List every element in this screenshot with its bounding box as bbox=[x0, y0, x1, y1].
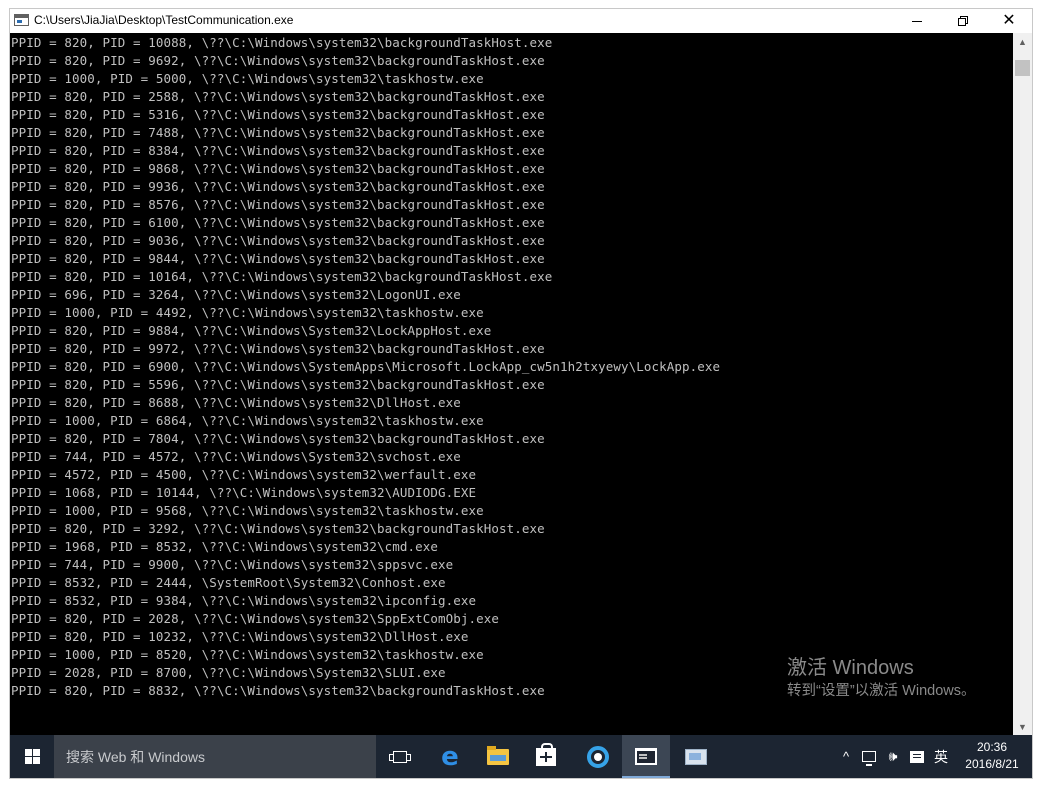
console-line: PPID = 820, PID = 8832, \??\C:\Windows\s… bbox=[11, 683, 545, 698]
close-icon: ✕ bbox=[1002, 12, 1016, 29]
console-line: PPID = 1968, PID = 8532, \??\C:\Windows\… bbox=[11, 539, 439, 554]
minimize-icon bbox=[912, 20, 922, 22]
network-button[interactable] bbox=[858, 735, 880, 778]
start-button[interactable] bbox=[10, 735, 54, 778]
file-explorer-icon bbox=[487, 745, 509, 765]
taskbar: 搜索 Web 和 Windows e ^ 🕪 英 20:36 2016/8/21 bbox=[10, 735, 1032, 778]
console-output[interactable]: PPID = 820, PID = 10088, \??\C:\Windows\… bbox=[10, 33, 1013, 735]
console-line: PPID = 2028, PID = 8700, \??\C:\Windows\… bbox=[11, 665, 446, 680]
taskbar-search-box[interactable]: 搜索 Web 和 Windows bbox=[54, 735, 376, 778]
chevron-up-icon: ▲ bbox=[1018, 36, 1027, 47]
console-line: PPID = 820, PID = 8576, \??\C:\Windows\s… bbox=[11, 197, 545, 212]
minimize-button[interactable] bbox=[894, 9, 940, 33]
console-app-icon[interactable] bbox=[14, 14, 29, 26]
console-line: PPID = 820, PID = 8688, \??\C:\Windows\s… bbox=[11, 395, 461, 410]
console-line: PPID = 1068, PID = 10144, \??\C:\Windows… bbox=[11, 485, 477, 500]
settings-app-button[interactable] bbox=[574, 735, 622, 778]
clock-date: 2016/8/21 bbox=[965, 757, 1019, 771]
task-view-button[interactable] bbox=[376, 735, 424, 778]
input-method-label: 英 bbox=[934, 748, 948, 765]
console-line: PPID = 820, PID = 10164, \??\C:\Windows\… bbox=[11, 269, 553, 284]
console-line: PPID = 820, PID = 6100, \??\C:\Windows\s… bbox=[11, 215, 545, 230]
edge-browser-icon: e bbox=[441, 741, 459, 772]
chevron-up-icon: ^ bbox=[842, 749, 850, 764]
console-line: PPID = 820, PID = 9936, \??\C:\Windows\s… bbox=[11, 179, 545, 194]
action-center-button[interactable] bbox=[906, 735, 928, 778]
console-line: PPID = 820, PID = 5316, \??\C:\Windows\s… bbox=[11, 107, 545, 122]
image-viewer-button[interactable] bbox=[672, 735, 720, 778]
activation-watermark: 激活 Windows 转到“设置”以激活 Windows。 bbox=[787, 656, 976, 701]
console-line: PPID = 820, PID = 9844, \??\C:\Windows\s… bbox=[11, 251, 545, 266]
console-app-button[interactable] bbox=[622, 735, 670, 778]
scroll-down-button[interactable]: ▼ bbox=[1013, 718, 1032, 735]
windows-logo-icon bbox=[24, 749, 40, 764]
console-line: PPID = 820, PID = 9884, \??\C:\Windows\S… bbox=[11, 323, 492, 338]
show-hidden-icons-button[interactable]: ^ bbox=[836, 735, 856, 778]
console-lines: PPID = 820, PID = 10088, \??\C:\Windows\… bbox=[11, 34, 720, 700]
console-line: PPID = 8532, PID = 2444, \SystemRoot\Sys… bbox=[11, 575, 446, 590]
task-view-icon bbox=[389, 750, 411, 763]
console-window-icon bbox=[635, 748, 657, 765]
console-line: PPID = 820, PID = 2028, \??\C:\Windows\s… bbox=[11, 611, 500, 626]
activation-title: 激活 Windows bbox=[787, 657, 914, 679]
console-line: PPID = 820, PID = 9036, \??\C:\Windows\s… bbox=[11, 233, 545, 248]
console-line: PPID = 820, PID = 7804, \??\C:\Windows\s… bbox=[11, 431, 545, 446]
volume-icon: 🕪 bbox=[888, 748, 898, 764]
store-icon bbox=[536, 742, 556, 766]
window-title: C:\Users\JiaJia\Desktop\TestCommunicatio… bbox=[34, 13, 294, 27]
vertical-scrollbar[interactable]: ▲ ▼ bbox=[1013, 33, 1032, 735]
search-placeholder: 搜索 Web 和 Windows bbox=[66, 748, 205, 765]
console-line: PPID = 744, PID = 4572, \??\C:\Windows\S… bbox=[11, 449, 461, 464]
console-line: PPID = 696, PID = 3264, \??\C:\Windows\s… bbox=[11, 287, 461, 302]
clock-time: 20:36 bbox=[976, 740, 1008, 754]
input-method-button[interactable]: 英 bbox=[930, 735, 952, 778]
store-button[interactable] bbox=[522, 735, 570, 778]
restore-button[interactable] bbox=[940, 9, 986, 33]
file-explorer-button[interactable] bbox=[474, 735, 522, 778]
console-line: PPID = 820, PID = 10232, \??\C:\Windows\… bbox=[11, 629, 469, 644]
title-bar[interactable]: C:\Users\JiaJia\Desktop\TestCommunicatio… bbox=[10, 9, 1032, 33]
edge-button[interactable]: e bbox=[426, 735, 474, 778]
console-line: PPID = 1000, PID = 9568, \??\C:\Windows\… bbox=[11, 503, 484, 518]
console-line: PPID = 820, PID = 9692, \??\C:\Windows\s… bbox=[11, 53, 545, 68]
console-line: PPID = 820, PID = 5596, \??\C:\Windows\s… bbox=[11, 377, 545, 392]
scroll-up-button[interactable]: ▲ bbox=[1013, 33, 1032, 50]
network-icon bbox=[862, 751, 876, 766]
activation-subtitle: 转到“设置”以激活 Windows。 bbox=[787, 683, 976, 699]
console-line: PPID = 1000, PID = 6864, \??\C:\Windows\… bbox=[11, 413, 484, 428]
console-line: PPID = 1000, PID = 5000, \??\C:\Windows\… bbox=[11, 71, 484, 86]
console-line: PPID = 820, PID = 7488, \??\C:\Windows\s… bbox=[11, 125, 545, 140]
console-line: PPID = 8532, PID = 9384, \??\C:\Windows\… bbox=[11, 593, 477, 608]
close-button[interactable]: ✕ bbox=[986, 9, 1032, 33]
action-center-icon bbox=[910, 750, 924, 763]
console-line: PPID = 744, PID = 9900, \??\C:\Windows\s… bbox=[11, 557, 454, 572]
scroll-thumb[interactable] bbox=[1015, 60, 1030, 76]
console-line: PPID = 1000, PID = 8520, \??\C:\Windows\… bbox=[11, 647, 484, 662]
clock-button[interactable]: 20:36 2016/8/21 bbox=[954, 735, 1030, 778]
console-line: PPID = 820, PID = 6900, \??\C:\Windows\S… bbox=[11, 359, 721, 374]
console-line: PPID = 820, PID = 10088, \??\C:\Windows\… bbox=[11, 35, 553, 50]
console-line: PPID = 820, PID = 2588, \??\C:\Windows\s… bbox=[11, 89, 545, 104]
chevron-down-icon: ▼ bbox=[1018, 721, 1027, 732]
console-line: PPID = 820, PID = 9972, \??\C:\Windows\s… bbox=[11, 341, 545, 356]
image-viewer-icon bbox=[685, 748, 707, 765]
console-line: PPID = 820, PID = 3292, \??\C:\Windows\s… bbox=[11, 521, 545, 536]
restore-icon bbox=[958, 16, 968, 26]
volume-button[interactable]: 🕪 bbox=[882, 735, 904, 778]
console-line: PPID = 820, PID = 9868, \??\C:\Windows\s… bbox=[11, 161, 545, 176]
console-line: PPID = 1000, PID = 4492, \??\C:\Windows\… bbox=[11, 305, 484, 320]
settings-gear-icon bbox=[587, 745, 609, 768]
console-line: PPID = 820, PID = 8384, \??\C:\Windows\s… bbox=[11, 143, 545, 158]
console-line: PPID = 4572, PID = 4500, \??\C:\Windows\… bbox=[11, 467, 477, 482]
